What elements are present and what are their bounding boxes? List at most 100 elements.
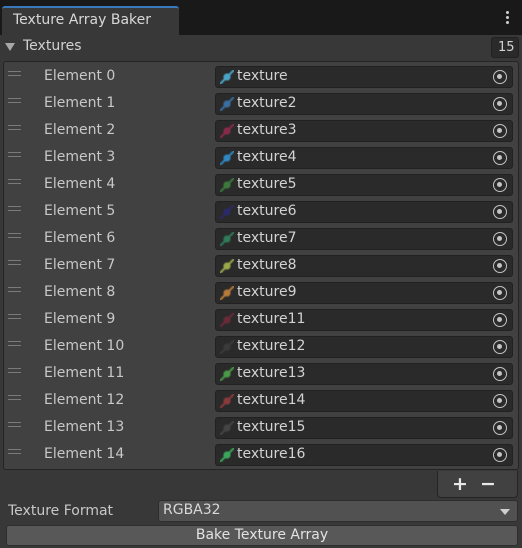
texture-object-field[interactable]: texture5: [215, 174, 513, 196]
texture-format-value: RGBA32: [163, 502, 221, 518]
drag-handle-icon[interactable]: [8, 395, 21, 400]
texture-object-field[interactable]: texture6: [215, 201, 513, 223]
texture-thumbnail-icon: [220, 313, 234, 327]
texture-name: texture15: [237, 419, 306, 435]
list-item: Element 12 texture14: [4, 387, 518, 414]
object-picker-icon[interactable]: [493, 259, 507, 273]
texture-name: texture11: [237, 311, 306, 327]
foldout-arrow-icon[interactable]: [5, 43, 15, 51]
drag-handle-icon[interactable]: [8, 98, 21, 103]
texture-object-field[interactable]: texture12: [215, 336, 513, 358]
texture-thumbnail-icon: [220, 178, 234, 192]
drag-handle-icon[interactable]: [8, 422, 21, 427]
list-item: Element 13 texture15: [4, 414, 518, 441]
texture-thumbnail-icon: [220, 151, 234, 165]
object-picker-icon[interactable]: [493, 178, 507, 192]
chevron-down-icon: [500, 509, 510, 515]
drag-handle-icon[interactable]: [8, 179, 21, 184]
add-element-button[interactable]: +: [452, 473, 468, 495]
texture-format-dropdown[interactable]: RGBA32: [158, 500, 518, 522]
object-picker-icon[interactable]: [493, 124, 507, 138]
texture-object-field[interactable]: texture: [215, 66, 513, 88]
texture-object-field[interactable]: texture13: [215, 363, 513, 385]
texture-object-field[interactable]: texture7: [215, 228, 513, 250]
element-label: Element 13: [44, 419, 125, 435]
list-item: Element 8 texture9: [4, 279, 518, 306]
element-label: Element 11: [44, 365, 125, 381]
drag-handle-icon[interactable]: [8, 368, 21, 373]
object-picker-icon[interactable]: [493, 232, 507, 246]
textures-label: Textures: [23, 38, 82, 54]
texture-object-field[interactable]: texture9: [215, 282, 513, 304]
texture-format-label: Texture Format: [8, 503, 114, 519]
texture-thumbnail-icon: [220, 286, 234, 300]
element-label: Element 5: [44, 203, 116, 219]
texture-thumbnail-icon: [220, 70, 234, 84]
drag-handle-icon[interactable]: [8, 125, 21, 130]
list-item: Element 1 texture2: [4, 90, 518, 117]
bake-texture-array-button[interactable]: Bake Texture Array: [6, 525, 518, 546]
texture-object-field[interactable]: texture15: [215, 417, 513, 439]
drag-handle-icon[interactable]: [8, 206, 21, 211]
element-label: Element 0: [44, 68, 116, 84]
object-picker-icon[interactable]: [493, 394, 507, 408]
texture-object-field[interactable]: texture3: [215, 120, 513, 142]
drag-handle-icon[interactable]: [8, 287, 21, 292]
list-item: Element 2 texture3: [4, 117, 518, 144]
remove-element-button[interactable]: −: [480, 473, 496, 495]
list-item: Element 14 texture16: [4, 441, 518, 468]
drag-handle-icon[interactable]: [8, 314, 21, 319]
texture-name: texture2: [237, 95, 297, 111]
object-picker-icon[interactable]: [493, 340, 507, 354]
object-picker-icon[interactable]: [493, 97, 507, 111]
element-label: Element 12: [44, 392, 125, 408]
texture-thumbnail-icon: [220, 97, 234, 111]
texture-list: Element 0 texture Element 1 texture2 Element…: [3, 61, 519, 470]
texture-thumbnail-icon: [220, 124, 234, 138]
drag-handle-icon[interactable]: [8, 260, 21, 265]
list-item: Element 7 texture8: [4, 252, 518, 279]
texture-object-field[interactable]: texture2: [215, 93, 513, 115]
object-picker-icon[interactable]: [493, 205, 507, 219]
drag-handle-icon[interactable]: [8, 152, 21, 157]
texture-name: texture16: [237, 446, 306, 462]
texture-thumbnail-icon: [220, 340, 234, 354]
object-picker-icon[interactable]: [493, 70, 507, 84]
list-item: Element 5 texture6: [4, 198, 518, 225]
add-remove-bar: + −: [437, 471, 518, 498]
object-picker-icon[interactable]: [493, 421, 507, 435]
texture-thumbnail-icon: [220, 367, 234, 381]
more-menu-icon[interactable]: [502, 10, 512, 26]
object-picker-icon[interactable]: [493, 313, 507, 327]
element-label: Element 1: [44, 95, 116, 111]
object-picker-icon[interactable]: [493, 367, 507, 381]
drag-handle-icon[interactable]: [8, 449, 21, 454]
texture-object-field[interactable]: texture4: [215, 147, 513, 169]
element-label: Element 8: [44, 284, 116, 300]
texture-thumbnail-icon: [220, 205, 234, 219]
window-tab-title: Texture Array Baker: [13, 12, 152, 28]
texture-name: texture: [237, 68, 288, 84]
texture-thumbnail-icon: [220, 394, 234, 408]
window-tab[interactable]: Texture Array Baker: [2, 6, 179, 35]
array-size-field[interactable]: 15: [491, 37, 519, 58]
list-item: Element 9 texture11: [4, 306, 518, 333]
drag-handle-icon[interactable]: [8, 233, 21, 238]
texture-object-field[interactable]: texture8: [215, 255, 513, 277]
tab-bar: Texture Array Baker: [0, 0, 522, 35]
texture-thumbnail-icon: [220, 448, 234, 462]
element-label: Element 4: [44, 176, 116, 192]
object-picker-icon[interactable]: [493, 448, 507, 462]
textures-foldout-header[interactable]: Textures 15: [0, 35, 522, 60]
texture-name: texture12: [237, 338, 306, 354]
drag-handle-icon[interactable]: [8, 341, 21, 346]
object-picker-icon[interactable]: [493, 286, 507, 300]
texture-object-field[interactable]: texture16: [215, 444, 513, 466]
drag-handle-icon[interactable]: [8, 71, 21, 76]
object-picker-icon[interactable]: [493, 151, 507, 165]
texture-object-field[interactable]: texture14: [215, 390, 513, 412]
texture-object-field[interactable]: texture11: [215, 309, 513, 331]
texture-name: texture8: [237, 257, 297, 273]
list-item: Element 6 texture7: [4, 225, 518, 252]
element-label: Element 6: [44, 230, 116, 246]
